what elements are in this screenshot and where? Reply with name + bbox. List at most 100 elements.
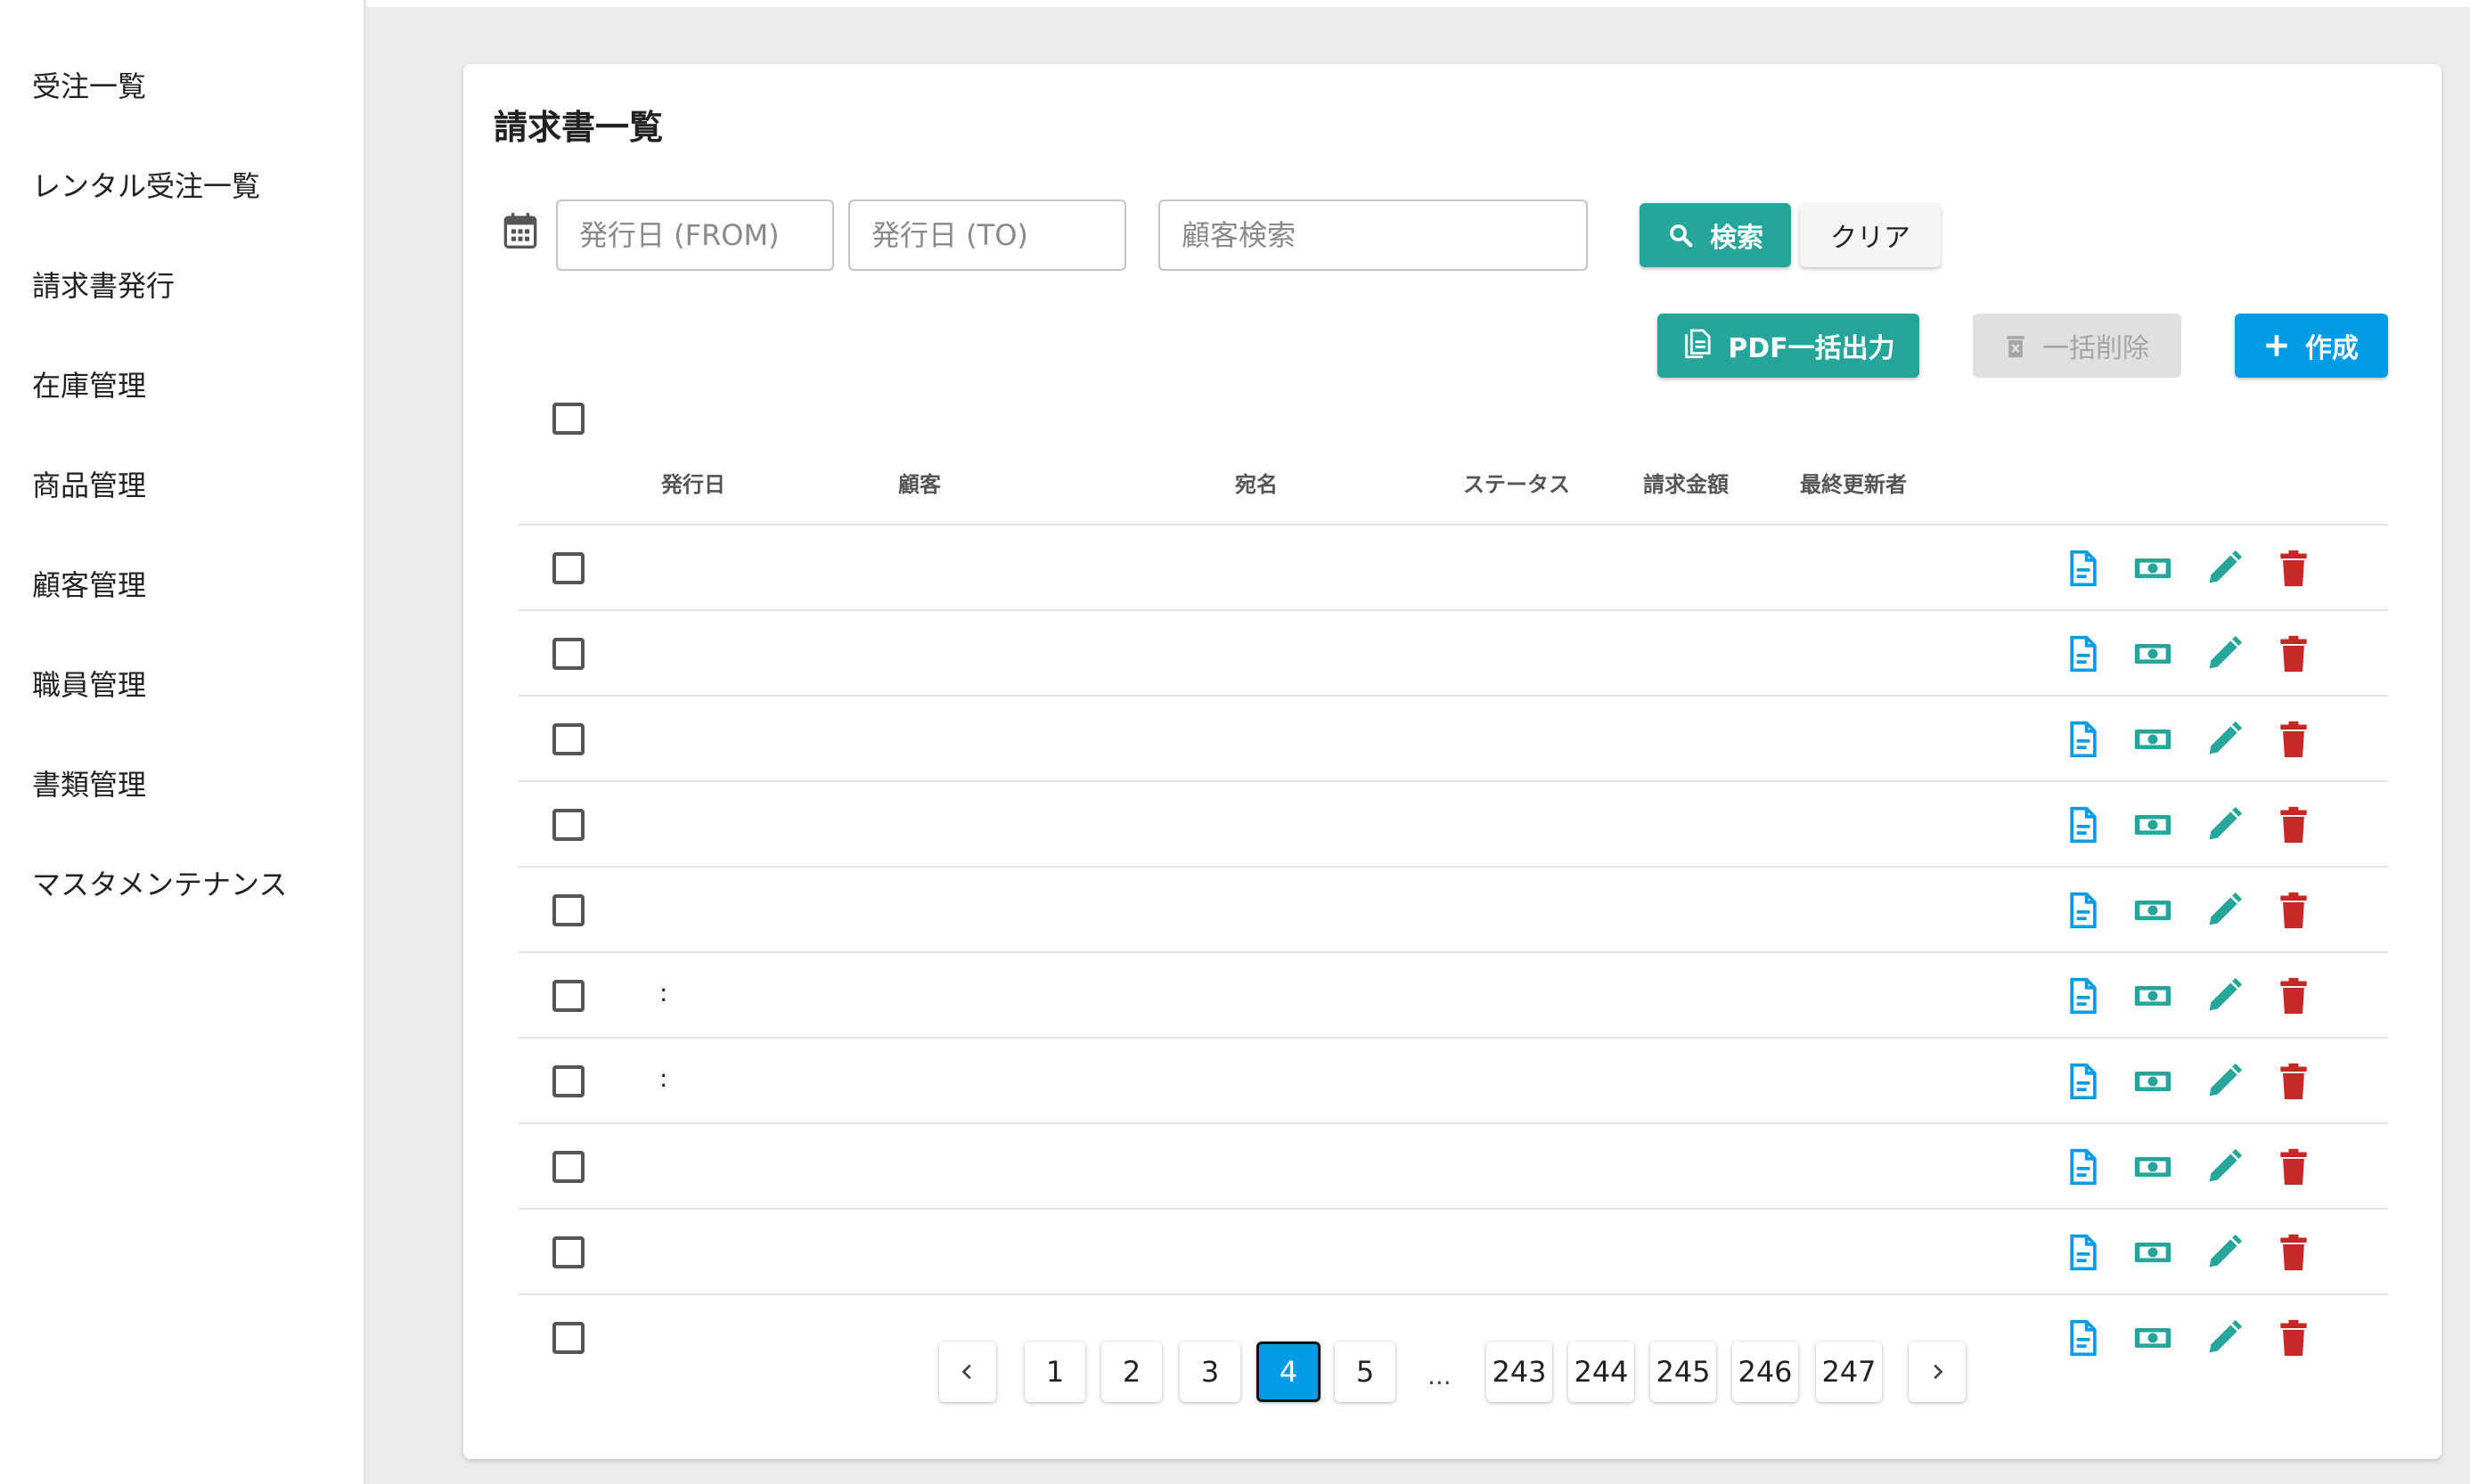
- clear-button[interactable]: クリア: [1800, 203, 1941, 267]
- delete-trash-icon[interactable]: [2274, 1147, 2313, 1186]
- row-divider: [519, 951, 2388, 953]
- row-issue-date: :: [659, 978, 668, 1007]
- edit-pencil-icon[interactable]: [2204, 805, 2244, 844]
- pagination-page[interactable]: 1: [1025, 1341, 1085, 1402]
- edit-pencil-icon[interactable]: [2204, 1062, 2244, 1101]
- pagination-page[interactable]: 245: [1650, 1341, 1716, 1402]
- row-checkbox[interactable]: [552, 1065, 585, 1097]
- sidebar-item-invoice-issue[interactable]: 請求書発行: [32, 264, 175, 308]
- customer-search-input[interactable]: [1158, 200, 1588, 271]
- money-icon[interactable]: [2133, 891, 2172, 930]
- delete-trash-icon[interactable]: [2274, 805, 2313, 844]
- money-icon[interactable]: [2133, 1147, 2172, 1186]
- row-divider: [519, 1122, 2388, 1124]
- row-checkbox[interactable]: [552, 894, 585, 926]
- delete-trash-icon[interactable]: [2274, 549, 2313, 588]
- search-icon: [1670, 224, 1693, 248]
- money-icon[interactable]: [2133, 634, 2172, 673]
- view-document-icon[interactable]: [2064, 634, 2103, 673]
- row-checkbox[interactable]: [552, 723, 585, 755]
- pagination-page[interactable]: 2: [1101, 1341, 1162, 1402]
- delete-trash-icon[interactable]: [2274, 891, 2313, 930]
- column-header-customer[interactable]: 顧客: [898, 467, 941, 498]
- pagination-page[interactable]: 247: [1816, 1341, 1882, 1402]
- money-icon[interactable]: [2133, 1062, 2172, 1101]
- view-document-icon[interactable]: [2064, 891, 2103, 930]
- pagination-page[interactable]: 244: [1568, 1341, 1634, 1402]
- edit-pencil-icon[interactable]: [2204, 720, 2244, 759]
- money-icon[interactable]: [2133, 805, 2172, 844]
- create-button-label: 作成: [2305, 333, 2359, 364]
- pagination-page[interactable]: 3: [1180, 1341, 1240, 1402]
- edit-pencil-icon[interactable]: [2204, 976, 2244, 1015]
- delete-trash-icon[interactable]: [2274, 634, 2313, 673]
- row-divider: [519, 1208, 2388, 1210]
- sidebar-item-products[interactable]: 商品管理: [32, 463, 146, 508]
- view-document-icon[interactable]: [2064, 1147, 2103, 1186]
- row-checkbox[interactable]: [552, 552, 585, 584]
- pagination-ellipsis: ...: [1427, 1361, 1452, 1390]
- money-icon[interactable]: [2133, 1233, 2172, 1272]
- delete-trash-icon[interactable]: [2274, 1062, 2313, 1101]
- row-issue-date: :: [659, 1064, 668, 1093]
- clear-button-label: クリア: [1830, 223, 1910, 254]
- issue-date-from-input[interactable]: [556, 200, 834, 271]
- sidebar-item-customers[interactable]: 顧客管理: [32, 563, 146, 607]
- view-document-icon[interactable]: [2064, 720, 2103, 759]
- search-button[interactable]: 検索: [1640, 203, 1791, 267]
- sidebar-item-rental-orders[interactable]: レンタル受注一覧: [32, 164, 260, 208]
- pagination-page[interactable]: 243: [1486, 1341, 1552, 1402]
- row-checkbox[interactable]: [552, 638, 585, 670]
- money-icon[interactable]: [2133, 976, 2172, 1015]
- edit-pencil-icon[interactable]: [2204, 1147, 2244, 1186]
- view-document-icon[interactable]: [2064, 1233, 2103, 1272]
- bulk-delete-button[interactable]: 一括削除: [1973, 314, 2181, 378]
- money-icon[interactable]: [2133, 720, 2172, 759]
- pagination-prev-button[interactable]: [939, 1341, 996, 1402]
- row-divider: [519, 524, 2388, 526]
- sidebar-item-documents[interactable]: 書類管理: [32, 762, 146, 807]
- pagination-page-current[interactable]: 4: [1256, 1341, 1321, 1402]
- create-button[interactable]: 作成: [2235, 314, 2388, 378]
- delete-trash-icon[interactable]: [2274, 720, 2313, 759]
- row-checkbox[interactable]: [552, 980, 585, 1012]
- sidebar-item-orders[interactable]: 受注一覧: [32, 64, 146, 109]
- edit-pencil-icon[interactable]: [2204, 1318, 2244, 1358]
- sidebar-item-master-maintenance[interactable]: マスタメンテナンス: [32, 862, 287, 907]
- row-checkbox[interactable]: [552, 1236, 585, 1268]
- edit-pencil-icon[interactable]: [2204, 891, 2244, 930]
- sidebar-item-staff[interactable]: 職員管理: [32, 663, 146, 707]
- column-header-address-name[interactable]: 宛名: [1235, 467, 1278, 498]
- calendar-icon[interactable]: [503, 211, 538, 250]
- delete-trash-icon[interactable]: [2274, 1233, 2313, 1272]
- row-divider: [519, 780, 2388, 782]
- chevron-right-icon: [1934, 1364, 1943, 1380]
- money-icon[interactable]: [2133, 549, 2172, 588]
- select-all-checkbox[interactable]: [552, 403, 585, 435]
- column-header-last-updated-by[interactable]: 最終更新者: [1800, 467, 1907, 498]
- row-checkbox[interactable]: [552, 809, 585, 841]
- delete-trash-icon[interactable]: [2274, 1318, 2313, 1358]
- column-header-status[interactable]: ステータス: [1463, 467, 1570, 498]
- pdf-bulk-export-button[interactable]: PDF一括出力: [1657, 314, 1919, 378]
- edit-pencil-icon[interactable]: [2204, 1233, 2244, 1272]
- edit-pencil-icon[interactable]: [2204, 634, 2244, 673]
- edit-pencil-icon[interactable]: [2204, 549, 2244, 588]
- pagination-page[interactable]: 246: [1732, 1341, 1798, 1402]
- row-checkbox[interactable]: [552, 1322, 585, 1354]
- sidebar-item-inventory[interactable]: 在庫管理: [32, 363, 146, 408]
- view-document-icon[interactable]: [2064, 549, 2103, 588]
- row-checkbox[interactable]: [552, 1151, 585, 1183]
- view-document-icon[interactable]: [2064, 1318, 2103, 1358]
- view-document-icon[interactable]: [2064, 976, 2103, 1015]
- column-header-amount[interactable]: 請求金額: [1643, 467, 1729, 498]
- trash-x-icon: [2007, 336, 2024, 358]
- issue-date-to-input[interactable]: [848, 200, 1126, 271]
- pagination-next-button[interactable]: [1909, 1341, 1966, 1402]
- delete-trash-icon[interactable]: [2274, 976, 2313, 1015]
- view-document-icon[interactable]: [2064, 1062, 2103, 1101]
- pagination-page[interactable]: 5: [1335, 1341, 1395, 1402]
- money-icon[interactable]: [2133, 1318, 2172, 1358]
- column-header-issue-date[interactable]: 発行日: [661, 467, 725, 498]
- view-document-icon[interactable]: [2064, 805, 2103, 844]
